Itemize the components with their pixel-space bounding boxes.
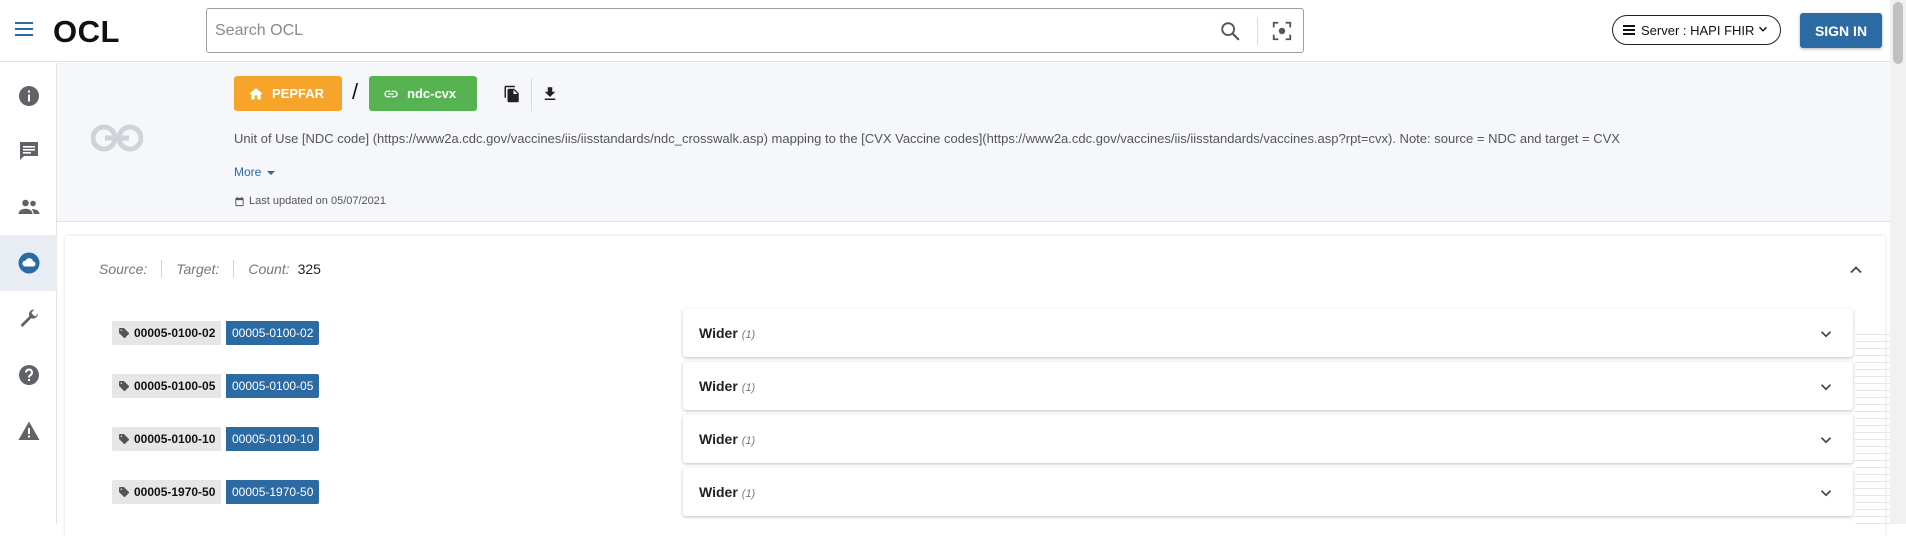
search-icon[interactable] — [1219, 20, 1241, 42]
image-search-icon[interactable] — [1271, 20, 1293, 42]
relationship-type: Wider — [699, 431, 738, 447]
to-concept-code[interactable]: 00005-0100-05 — [226, 374, 320, 398]
relationship-accordion[interactable]: Wider (1) — [683, 468, 1853, 516]
source-description: Unit of Use [NDC code] (https://www2a.cd… — [234, 131, 1620, 146]
server-label: Server : HAPI FHIR — [1641, 22, 1755, 38]
sidebar-nav — [0, 63, 57, 524]
from-concept-code[interactable]: 00005-0100-05 — [112, 374, 222, 398]
summary-divider — [161, 260, 163, 278]
top-app-bar: OCL Server : HAPI FHIR SIGN IN — [0, 0, 1906, 62]
chevron-down-icon — [1820, 384, 1832, 391]
link-icon — [384, 90, 398, 97]
relationship-accordion[interactable]: Wider (1) — [683, 309, 1853, 357]
people-icon — [18, 199, 39, 214]
relationship-type: Wider — [699, 378, 738, 394]
last-updated: Last updated on 05/07/2021 — [234, 195, 386, 207]
list-icon — [1623, 23, 1635, 37]
mapping-row: 00005-0100-02 00005-0100-02 Wider (1) — [112, 309, 1853, 357]
cloud-icon — [18, 252, 39, 274]
mapping-row: 00005-1970-50 00005-1970-50 Wider (1) — [112, 468, 1853, 516]
chevron-up-icon[interactable] — [1846, 260, 1866, 280]
to-concept-code[interactable]: 00005-1970-50 — [226, 480, 320, 504]
warning-icon — [18, 421, 39, 440]
org-chip-label: PEPFAR — [272, 86, 325, 101]
repository-header: PEPFAR / ndc-cvx Unit of Use [NDC code] … — [57, 63, 1906, 222]
source-chip-label: ndc-cvx — [407, 86, 457, 101]
mappings-panel: Source: Target: Count: 325 00005-0100-02… — [65, 236, 1885, 536]
count-label: Count: — [248, 261, 290, 277]
sidebar-item-info[interactable] — [0, 68, 57, 124]
to-concept-code[interactable]: 00005-0100-02 — [226, 321, 320, 345]
chat-icon — [19, 142, 38, 160]
target-label: Target: — [176, 261, 220, 277]
sidebar-item-chat[interactable] — [0, 123, 57, 179]
from-code-text: 00005-0100-02 — [134, 326, 216, 340]
relationship-type: Wider — [699, 325, 738, 341]
sidebar-item-repositories[interactable] — [0, 235, 57, 291]
caret-down-icon — [267, 170, 276, 175]
download-icon[interactable] — [541, 85, 559, 103]
relationship-count: (1) — [741, 435, 756, 447]
org-chip[interactable]: PEPFAR — [234, 76, 342, 111]
tag-icon — [119, 328, 129, 338]
relationship-accordion[interactable]: Wider (1) — [683, 362, 1853, 410]
home-icon — [249, 87, 263, 99]
wrench-icon — [20, 309, 38, 327]
toolbar-divider — [531, 78, 532, 111]
background-pattern — [1855, 332, 1890, 524]
more-toggle[interactable]: More — [234, 165, 276, 179]
copy-icon[interactable] — [503, 85, 521, 103]
server-selector-button[interactable]: Server : HAPI FHIR — [1612, 15, 1781, 45]
sidebar-item-alerts[interactable] — [0, 403, 57, 459]
mapping-row: 00005-0100-10 00005-0100-10 Wider (1) — [112, 415, 1853, 463]
search-divider — [1257, 17, 1258, 45]
mapping-summary: Source: Target: Count: 325 — [99, 260, 321, 278]
search-input[interactable] — [215, 17, 1195, 45]
breadcrumb-separator: / — [352, 79, 359, 104]
sidebar-item-people[interactable] — [0, 179, 57, 235]
link-icon — [91, 124, 143, 152]
summary-divider — [233, 260, 235, 278]
calendar-icon — [235, 196, 244, 206]
search-box — [206, 8, 1304, 53]
app-logo[interactable]: OCL — [53, 14, 120, 50]
help-icon — [18, 365, 39, 385]
chevron-down-icon — [1820, 437, 1832, 444]
more-label: More — [234, 165, 262, 179]
relationship-count: (1) — [741, 329, 756, 341]
from-code-text: 00005-0100-05 — [134, 379, 216, 393]
tag-icon — [119, 381, 129, 391]
to-concept-code[interactable]: 00005-0100-10 — [226, 427, 320, 451]
relationship-label: Wider (1) — [699, 484, 755, 500]
relationship-label: Wider (1) — [699, 325, 755, 341]
from-code-text: 00005-1970-50 — [134, 485, 216, 499]
page-scrollbar-thumb[interactable] — [1893, 2, 1903, 64]
from-concept-code[interactable]: 00005-0100-02 — [112, 321, 222, 345]
hamburger-menu-icon[interactable] — [12, 18, 36, 42]
relationship-count: (1) — [741, 382, 756, 394]
from-concept-code[interactable]: 00005-1970-50 — [112, 480, 222, 504]
source-label: Source: — [99, 261, 148, 277]
chevron-down-icon — [1758, 26, 1768, 32]
relationship-accordion[interactable]: Wider (1) — [683, 415, 1853, 463]
chevron-down-icon — [1820, 331, 1832, 338]
relationship-count: (1) — [741, 488, 756, 500]
from-code-text: 00005-0100-10 — [134, 432, 216, 446]
relationship-label: Wider (1) — [699, 378, 755, 394]
last-updated-text: Last updated on 05/07/2021 — [249, 195, 387, 207]
page-scrollbar-track[interactable] — [1890, 0, 1906, 524]
tag-icon — [119, 434, 129, 444]
count-value: 325 — [297, 261, 321, 277]
info-icon — [18, 86, 39, 106]
relationship-label: Wider (1) — [699, 431, 755, 447]
relationship-type: Wider — [699, 484, 738, 500]
chevron-down-icon — [1820, 490, 1832, 497]
tag-icon — [119, 487, 129, 497]
from-concept-code[interactable]: 00005-0100-10 — [112, 427, 222, 451]
sidebar-item-tools[interactable] — [0, 291, 57, 347]
sign-in-button[interactable]: SIGN IN — [1800, 13, 1882, 48]
source-chip[interactable]: ndc-cvx — [369, 76, 477, 111]
mapping-row: 00005-0100-05 00005-0100-05 Wider (1) — [112, 362, 1853, 410]
sidebar-item-help[interactable] — [0, 347, 57, 403]
